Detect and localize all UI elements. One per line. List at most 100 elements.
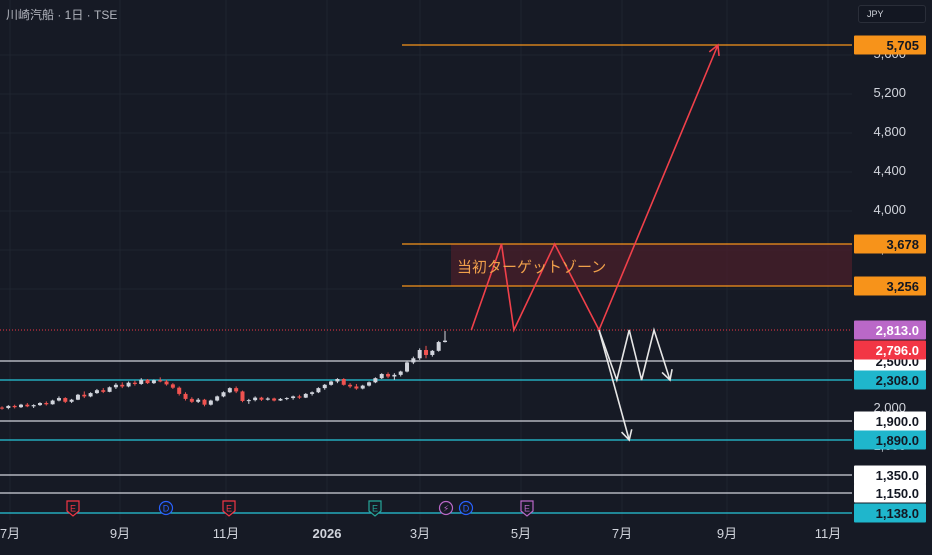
candle-body <box>101 390 106 392</box>
candle-body <box>272 398 277 401</box>
candle-body <box>107 387 112 392</box>
candle-body <box>259 397 264 400</box>
candle-body <box>6 405 11 408</box>
candle-body <box>139 379 144 384</box>
candle-body <box>360 385 365 389</box>
candle-body <box>348 384 353 387</box>
candle-body <box>31 405 36 407</box>
candle-body <box>215 396 220 401</box>
candle-body <box>240 391 245 401</box>
x-tick-label: 11月 <box>213 526 240 541</box>
candle-body <box>297 396 302 398</box>
time-axis[interactable]: 7月 9月 11月 2026 3月 5月 7月 9月 11月 <box>0 526 841 541</box>
candle-body <box>253 397 258 401</box>
candle-body <box>120 384 125 387</box>
x-tick-label: 9月 <box>717 526 737 541</box>
candle-body <box>405 362 410 372</box>
candle-body <box>126 382 131 387</box>
candle-body <box>430 350 435 355</box>
candle-body <box>151 380 156 384</box>
candle-body <box>158 380 163 382</box>
candle-body <box>411 358 416 363</box>
candle-body <box>94 390 99 394</box>
zone-label: 当初ターゲットゾーン <box>457 258 607 276</box>
candle-body <box>37 403 42 406</box>
candle-body <box>354 386 359 389</box>
y-tick-label: 4,000 <box>873 202 906 217</box>
event-marker-label: E <box>226 504 232 514</box>
candle-body <box>227 388 232 393</box>
candle-body <box>303 393 308 398</box>
price-axis[interactable]: 5,6005,2004,8004,4004,0003,6003,2002,000… <box>854 35 926 523</box>
candle-body <box>417 350 422 359</box>
price-badge: 1,138.0 <box>876 506 919 521</box>
candle-body <box>196 399 201 402</box>
candle-body <box>18 404 23 408</box>
candle-body <box>284 398 289 400</box>
candle-body <box>329 381 334 385</box>
price-badge: 3,256 <box>886 279 919 294</box>
candle-body <box>113 384 118 388</box>
candle-body <box>132 382 137 384</box>
candle-body <box>56 398 61 401</box>
candle-body <box>50 400 55 405</box>
candle-body <box>0 407 4 409</box>
candle-body <box>12 405 17 408</box>
candle-body <box>379 374 384 379</box>
event-marker-label: D <box>463 504 470 514</box>
candle-body <box>335 379 340 382</box>
candle-body <box>373 378 378 383</box>
white-projection-path <box>598 327 671 383</box>
candle-body <box>63 398 68 402</box>
candle-body <box>189 398 194 402</box>
y-tick-label: 4,400 <box>873 163 906 178</box>
candle-body <box>246 400 251 402</box>
candle-body <box>177 387 182 394</box>
candle-body <box>316 388 321 393</box>
price-badge: 5,705 <box>886 38 919 53</box>
red-projection-path <box>470 44 719 333</box>
candle-body <box>367 382 372 386</box>
candle-body <box>221 392 226 397</box>
candle-body <box>202 399 207 405</box>
price-badge: 1,890.0 <box>876 433 919 448</box>
price-badge: 3,678 <box>886 237 919 252</box>
price-badge: 1,150.0 <box>876 486 919 501</box>
candle-body <box>145 379 150 384</box>
event-marker-label: ⚡ <box>443 504 449 514</box>
candle-body <box>424 350 429 355</box>
current-price-badge: 2,813.0 <box>876 323 919 338</box>
candle-body <box>69 399 74 402</box>
candle-body <box>291 396 296 399</box>
candle-body <box>234 388 239 392</box>
symbol-title: 川崎汽船 · 1日 · TSE <box>6 8 118 22</box>
candle-body <box>164 381 169 385</box>
currency-selector[interactable]: JPY <box>858 5 926 23</box>
event-marker-label: E <box>372 504 378 514</box>
previous-close-badge: 2,796.0 <box>876 343 919 358</box>
candle-body <box>443 340 447 343</box>
y-tick-label: 5,200 <box>873 85 906 100</box>
x-tick-label: 7月 <box>612 526 632 541</box>
candle-body <box>183 393 188 399</box>
x-tick-label: 2026 <box>313 526 342 541</box>
candle-body <box>82 394 87 397</box>
candle-body <box>322 384 327 389</box>
y-tick-label: 4,800 <box>873 124 906 139</box>
candle-body <box>170 384 175 388</box>
x-tick-label: 7月 <box>0 526 20 541</box>
candle-body <box>436 342 441 351</box>
candlesticks <box>0 330 447 410</box>
candle-body <box>398 371 403 375</box>
price-badge: 1,900.0 <box>876 414 919 429</box>
event-markers[interactable]: E D E E ⚡ D E <box>66 500 534 517</box>
candle-body <box>75 394 80 400</box>
x-tick-label: 3月 <box>410 526 430 541</box>
x-tick-label: 5月 <box>511 526 531 541</box>
x-tick-label: 9月 <box>110 526 130 541</box>
candle-body <box>265 398 270 400</box>
candle-body <box>386 374 391 377</box>
candle-body <box>208 400 213 405</box>
event-marker-label: E <box>70 504 76 514</box>
candle-body <box>25 404 30 407</box>
